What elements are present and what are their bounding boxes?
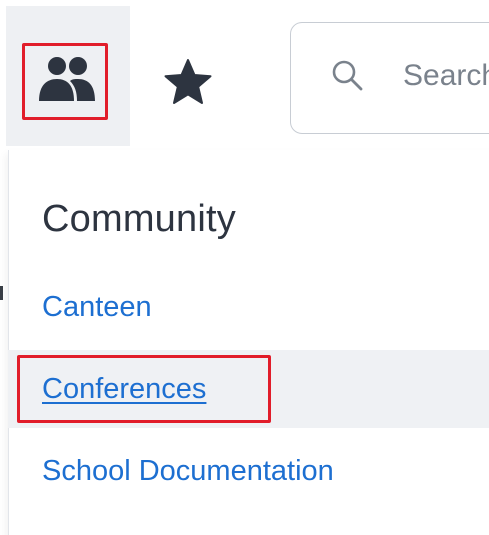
search-icon: [332, 60, 363, 91]
menu-item-label[interactable]: Conferences: [42, 373, 206, 406]
menu-item-label[interactable]: School Documentation: [42, 455, 334, 488]
menu-title: Community: [42, 198, 236, 240]
star-icon[interactable]: [163, 58, 213, 106]
menu-item-conferences[interactable]: Conferences: [8, 350, 489, 428]
search-input[interactable]: [403, 52, 489, 100]
menu-item-canteen[interactable]: Canteen: [8, 268, 489, 346]
app-window: Community Canteen Conferences School Doc…: [0, 0, 489, 535]
menu-item-label[interactable]: Canteen: [42, 291, 152, 324]
people-icon[interactable]: [37, 55, 97, 103]
top-toolbar: [0, 0, 489, 150]
menu-item-school-documentation[interactable]: School Documentation: [8, 432, 489, 510]
edge-indicator: [0, 286, 3, 300]
